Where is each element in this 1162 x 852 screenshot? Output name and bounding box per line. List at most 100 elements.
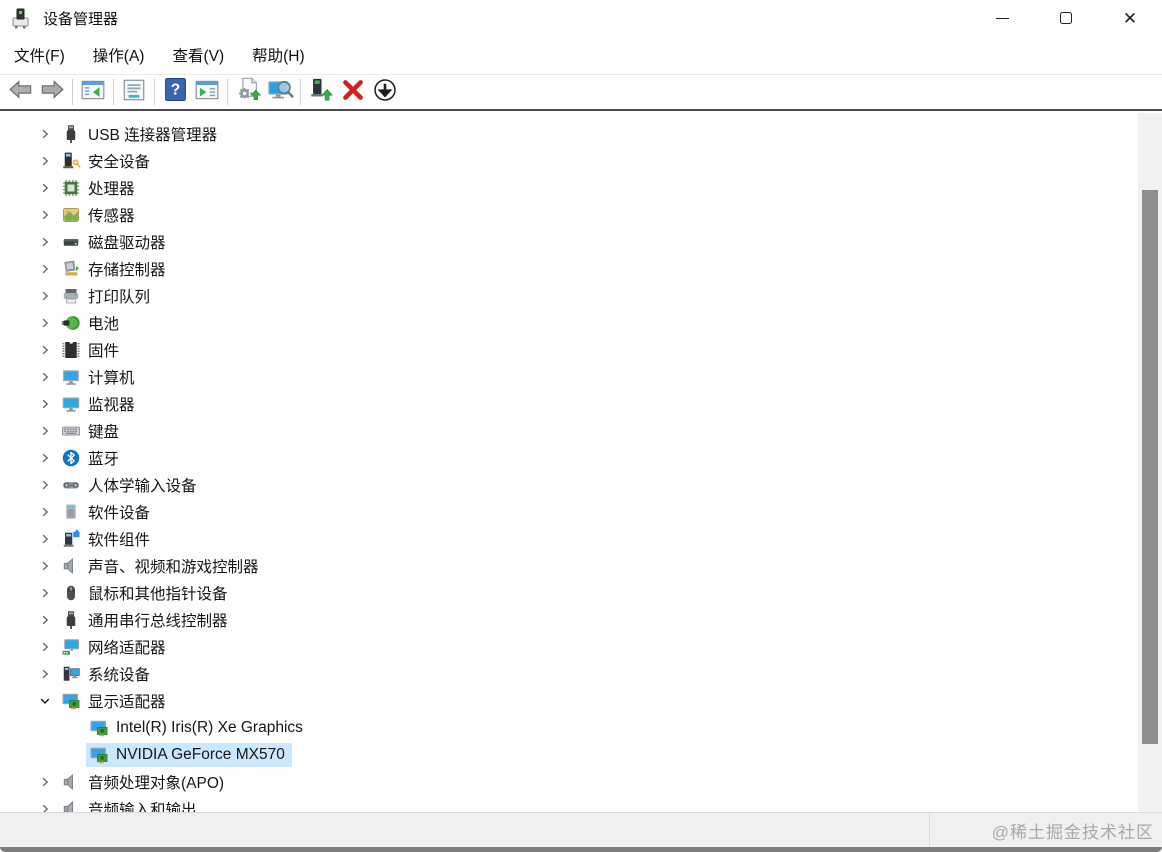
uninstall-button[interactable] xyxy=(337,77,369,107)
chevron-right-icon[interactable] xyxy=(32,525,58,552)
chevron-right-icon[interactable] xyxy=(32,174,58,201)
tree-item-body[interactable]: 固件 xyxy=(58,337,126,363)
chevron-right-icon[interactable] xyxy=(32,255,58,282)
search-computer-button[interactable] xyxy=(264,77,296,107)
chevron-right-icon[interactable] xyxy=(32,768,58,795)
tree-item-body[interactable]: 安全设备 xyxy=(58,148,157,174)
chevron-right-icon[interactable] xyxy=(32,390,58,417)
tree-item-body[interactable]: 声音、视频和游戏控制器 xyxy=(58,553,266,579)
tree-item[interactable]: 计算机 xyxy=(0,363,1162,390)
scrollbar-thumb[interactable] xyxy=(1142,190,1158,744)
chevron-right-icon[interactable] xyxy=(32,579,58,606)
tree-item-body[interactable]: 处理器 xyxy=(58,175,142,201)
tree-item[interactable]: 系统设备 xyxy=(0,660,1162,687)
maximize-button[interactable] xyxy=(1034,0,1098,36)
tree-item-body[interactable]: USB 连接器管理器 xyxy=(58,121,224,147)
tree-item-body[interactable]: 打印队列 xyxy=(58,283,157,309)
tree-item-body[interactable]: 键盘 xyxy=(58,418,126,444)
menu-item-2[interactable]: 查看(V) xyxy=(172,38,238,72)
chevron-right-icon[interactable] xyxy=(32,363,58,390)
chevron-right-icon[interactable] xyxy=(32,282,58,309)
properties-button[interactable] xyxy=(118,77,150,107)
tree-item[interactable]: 监视器 xyxy=(0,390,1162,417)
chevron-right-icon[interactable] xyxy=(32,795,58,812)
tree-item[interactable]: 人体学输入设备 xyxy=(0,471,1162,498)
menu-bar: 文件(F) 操作(A) 查看(V) 帮助(H) xyxy=(0,36,1162,75)
update-driver-button[interactable] xyxy=(305,77,337,107)
tree-item[interactable]: 传感器 xyxy=(0,201,1162,228)
disable-button[interactable] xyxy=(369,77,401,107)
tree-item[interactable]: 网络适配器 xyxy=(0,633,1162,660)
chevron-right-icon[interactable] xyxy=(32,552,58,579)
tree-item[interactable]: 蓝牙 xyxy=(0,444,1162,471)
action-pane-button[interactable] xyxy=(191,77,223,107)
tree-item-body[interactable]: 网络适配器 xyxy=(58,634,173,660)
tree-item[interactable]: 通用串行总线控制器 xyxy=(0,606,1162,633)
tree-item-body[interactable]: 鼠标和其他指针设备 xyxy=(58,580,235,606)
chevron-right-icon[interactable] xyxy=(32,498,58,525)
minimize-button[interactable] xyxy=(970,0,1034,36)
tree-item-body[interactable]: 磁盘驱动器 xyxy=(58,229,173,255)
tree-item-body[interactable]: 人体学输入设备 xyxy=(58,472,204,498)
tree-item-label: 显示适配器 xyxy=(88,693,166,711)
chevron-right-icon[interactable] xyxy=(32,147,58,174)
chevron-right-icon[interactable] xyxy=(32,660,58,687)
scan-hardware-button[interactable] xyxy=(232,77,264,107)
tree-item-body[interactable]: 监视器 xyxy=(58,391,142,417)
tree-item-body[interactable]: 蓝牙 xyxy=(58,445,126,471)
tree-item[interactable]: 磁盘驱动器 xyxy=(0,228,1162,255)
tree-item[interactable]: 打印队列 xyxy=(0,282,1162,309)
help-button[interactable]: ? xyxy=(159,77,191,107)
chevron-right-icon[interactable] xyxy=(32,444,58,471)
back-button[interactable] xyxy=(4,77,36,107)
forward-button[interactable] xyxy=(36,77,68,107)
tree-item[interactable]: 存储控制器 xyxy=(0,255,1162,282)
tree-item-body[interactable]: 通用串行总线控制器 xyxy=(58,607,235,633)
tree-item[interactable]: 鼠标和其他指针设备 xyxy=(0,579,1162,606)
menu-item-3[interactable]: 帮助(H) xyxy=(252,38,319,72)
tree-item-body[interactable]: 系统设备 xyxy=(58,661,157,687)
chevron-right-icon[interactable] xyxy=(32,606,58,633)
tree-item-body[interactable]: 存储控制器 xyxy=(58,256,173,282)
chevron-right-icon[interactable] xyxy=(32,633,58,660)
tree-item[interactable]: 音频输入和输出 xyxy=(0,795,1162,812)
tree-item-body[interactable]: 计算机 xyxy=(58,364,142,390)
menu-item-1[interactable]: 操作(A) xyxy=(93,38,159,72)
console-tree-button[interactable] xyxy=(77,77,109,107)
chevron-right-icon[interactable] xyxy=(32,417,58,444)
chevron-right-icon[interactable] xyxy=(32,201,58,228)
close-button[interactable]: ✕ xyxy=(1098,0,1162,36)
tree-item-body[interactable]: 音频输入和输出 xyxy=(58,796,204,812)
tree-item[interactable]: 电池 xyxy=(0,309,1162,336)
tree-item-label: 监视器 xyxy=(88,396,135,414)
tree-item[interactable]: 显示适配器 xyxy=(0,687,1162,714)
tree-item[interactable]: 软件设备 xyxy=(0,498,1162,525)
menu-item-0[interactable]: 文件(F) xyxy=(14,38,79,72)
tree-item-body[interactable]: 软件组件 xyxy=(58,526,157,552)
tree-item-body[interactable]: 电池 xyxy=(58,310,126,336)
tree-item-body[interactable]: 音频处理对象(APO) xyxy=(58,769,231,795)
tree-item-body[interactable]: 软件设备 xyxy=(58,499,157,525)
chevron-right-icon[interactable] xyxy=(32,336,58,363)
tree-item-body[interactable]: 传感器 xyxy=(58,202,142,228)
tree-item-body[interactable]: Intel(R) Iris(R) Xe Graphics xyxy=(86,716,310,740)
tree-item[interactable]: 安全设备 xyxy=(0,147,1162,174)
tree-item-selected-body[interactable]: NVIDIA GeForce MX570 xyxy=(86,742,292,767)
tree-item[interactable]: 音频处理对象(APO) xyxy=(0,768,1162,795)
tree-item[interactable]: 声音、视频和游戏控制器 xyxy=(0,552,1162,579)
chevron-right-icon[interactable] xyxy=(32,120,58,147)
chevron-right-icon[interactable] xyxy=(32,471,58,498)
tree-item-body[interactable]: 显示适配器 xyxy=(58,688,173,714)
tree-item[interactable]: 固件 xyxy=(0,336,1162,363)
tree-item[interactable]: 软件组件 xyxy=(0,525,1162,552)
tree-item[interactable]: 键盘 xyxy=(0,417,1162,444)
tree-item[interactable]: NVIDIA GeForce MX570 xyxy=(0,741,1162,768)
tree-item[interactable]: Intel(R) Iris(R) Xe Graphics xyxy=(0,714,1162,741)
chevron-down-icon[interactable] xyxy=(32,687,58,714)
chevron-right-icon[interactable] xyxy=(32,309,58,336)
tree-item-label: 处理器 xyxy=(88,180,135,198)
vertical-scrollbar[interactable] xyxy=(1138,113,1162,812)
tree-item[interactable]: USB 连接器管理器 xyxy=(0,120,1162,147)
tree-item[interactable]: 处理器 xyxy=(0,174,1162,201)
chevron-right-icon[interactable] xyxy=(32,228,58,255)
